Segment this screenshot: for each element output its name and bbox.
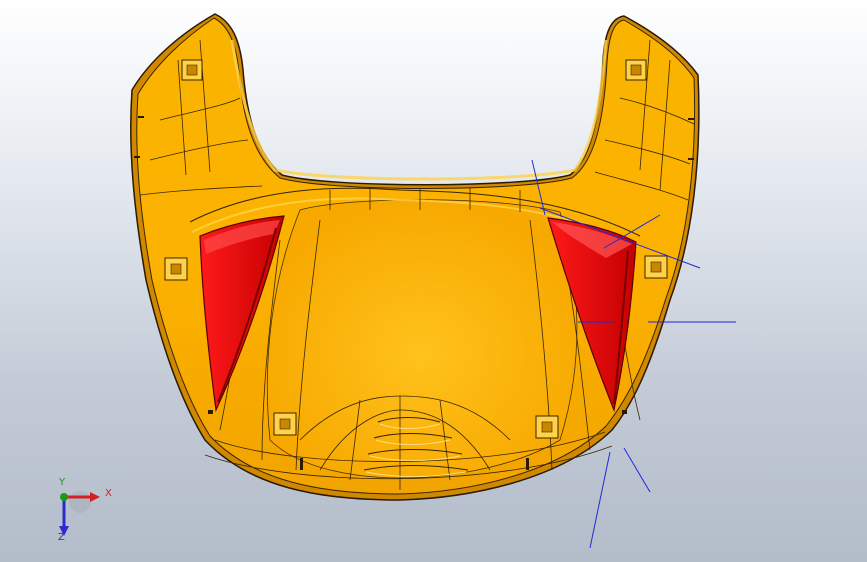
graphics-viewport[interactable]: X Y Z	[0, 0, 867, 562]
center-panel[interactable]	[266, 199, 578, 479]
coordinate-triad: X Y Z	[44, 478, 124, 548]
mount-boss-bottom-right[interactable]	[535, 415, 559, 439]
model-view[interactable]	[0, 0, 867, 562]
mount-boss-mid-right[interactable]	[644, 255, 668, 279]
mount-boss-top-left[interactable]	[181, 59, 203, 81]
y-axis-label: Y	[59, 477, 66, 488]
z-axis-label: Z	[58, 532, 65, 543]
mount-boss-bottom-left[interactable]	[273, 412, 297, 436]
x-axis-label: X	[105, 488, 112, 499]
y-axis-dot	[60, 493, 68, 501]
mount-boss-top-right[interactable]	[625, 59, 647, 81]
neck-highlight	[230, 39, 608, 181]
x-axis-arrow	[90, 492, 100, 502]
triad-axes	[59, 491, 100, 536]
mount-boss-mid-left[interactable]	[164, 257, 188, 281]
